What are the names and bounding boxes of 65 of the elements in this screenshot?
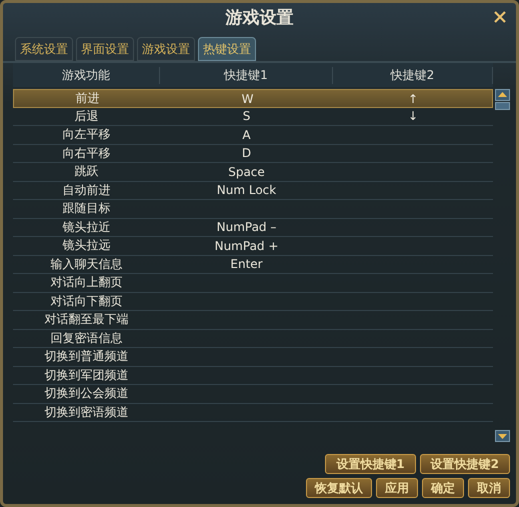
table-cell-text: W xyxy=(240,92,254,106)
table-row[interactable]: 向右平移 D xyxy=(13,144,493,163)
tab[interactable]: 界面设置 xyxy=(76,37,134,61)
table-cell-text: ↓ xyxy=(406,109,420,124)
set-hotkey-button[interactable]: 设置快捷键1 xyxy=(325,454,416,474)
table-cell-text: 跟随目标 xyxy=(62,200,112,218)
dialog-button[interactable]: 确定 xyxy=(422,478,464,498)
table-row[interactable]: 切换到公会频道 xyxy=(13,385,493,404)
tab[interactable]: 系统设置 xyxy=(15,37,73,61)
tab[interactable]: 游戏设置 xyxy=(137,37,195,61)
table-cell-text: 向右平移 xyxy=(62,144,112,162)
dialog-button[interactable]: 恢复默认 xyxy=(306,478,372,498)
table-cell-text: 输入聊天信息 xyxy=(50,256,124,273)
tab[interactable]: 热键设置 xyxy=(198,37,256,61)
table-cell-text: 回复密语信息 xyxy=(50,330,124,347)
table-cell-text: A xyxy=(241,128,252,142)
table-cell-text: ↑ xyxy=(406,92,420,106)
table-cell-text: 向左平移 xyxy=(62,126,112,144)
table-row[interactable]: 跟随目标 xyxy=(13,200,493,218)
table-row[interactable]: 自动前进 Num Lock xyxy=(13,182,493,200)
dialog-button[interactable]: 取消 xyxy=(468,478,510,498)
set-hotkey-button[interactable]: 设置快捷键2 xyxy=(420,454,510,474)
dialog-button[interactable]: 应用 xyxy=(376,478,418,498)
table-cell-text: Enter xyxy=(229,257,264,272)
table-cell-text: 前进 xyxy=(74,90,100,107)
table-row[interactable]: 对话向上翻页 xyxy=(13,274,493,292)
column-header: 快捷键1 xyxy=(160,66,333,84)
table-cell-text: 对话向上翻页 xyxy=(50,274,124,292)
table-cell-text: Num Lock xyxy=(216,183,278,198)
table-cell-text: Space xyxy=(227,164,266,179)
scrollbar-thumb[interactable] xyxy=(495,102,510,110)
table-cell-text: 镜头拉近 xyxy=(62,218,112,236)
table-row[interactable]: 输入聊天信息 Enter xyxy=(13,256,493,274)
table-row[interactable]: 跳跃 Space xyxy=(13,163,493,182)
table-row[interactable]: 向左平移 A xyxy=(13,126,493,144)
table-cell-text: 镜头拉远 xyxy=(62,237,112,254)
table-row[interactable]: 镜头拉远 NumPad + xyxy=(13,237,493,256)
table-cell-text: 对话翻至最下端 xyxy=(44,311,130,328)
scroll-up-icon[interactable] xyxy=(495,89,510,101)
table-cell-text: 后退 xyxy=(74,108,100,125)
column-header: 游戏功能 xyxy=(13,66,160,84)
table-row[interactable]: 回复密语信息 xyxy=(13,330,493,348)
table-row[interactable]: 镜头拉近 NumPad – xyxy=(13,218,493,237)
table-cell-text: 切换到公会频道 xyxy=(44,385,130,402)
table-cell-text: 切换到普通频道 xyxy=(44,348,130,366)
table-row[interactable]: 切换到密语频道 xyxy=(13,404,493,422)
table-cell-text: D xyxy=(240,146,252,160)
table-row[interactable]: 后退 S ↓ xyxy=(13,108,493,126)
table-row[interactable]: 对话向下翻页 xyxy=(13,292,493,311)
table-cell-text: S xyxy=(242,109,252,124)
close-icon[interactable] xyxy=(494,11,506,23)
table-row[interactable]: 前进 W ↑ xyxy=(13,89,493,108)
table-cell-text: 切换到军团频道 xyxy=(44,366,130,384)
table-row[interactable]: 切换到普通频道 xyxy=(13,348,493,366)
window-title: 游戏设置 xyxy=(226,6,294,28)
table-row[interactable]: 对话翻至最下端 xyxy=(13,311,493,330)
column-header: 快捷键2 xyxy=(333,66,493,84)
scroll-down-icon[interactable] xyxy=(495,430,510,442)
table-cell-text: 对话向下翻页 xyxy=(50,292,124,310)
table-cell-text: NumPad – xyxy=(216,220,278,234)
table-cell-text: 跳跃 xyxy=(74,163,100,180)
table-cell-text: 切换到密语频道 xyxy=(44,404,130,421)
table-cell-text: 自动前进 xyxy=(62,182,112,199)
table-row[interactable]: 切换到军团频道 xyxy=(13,366,493,385)
table-cell-text: NumPad + xyxy=(214,238,280,253)
